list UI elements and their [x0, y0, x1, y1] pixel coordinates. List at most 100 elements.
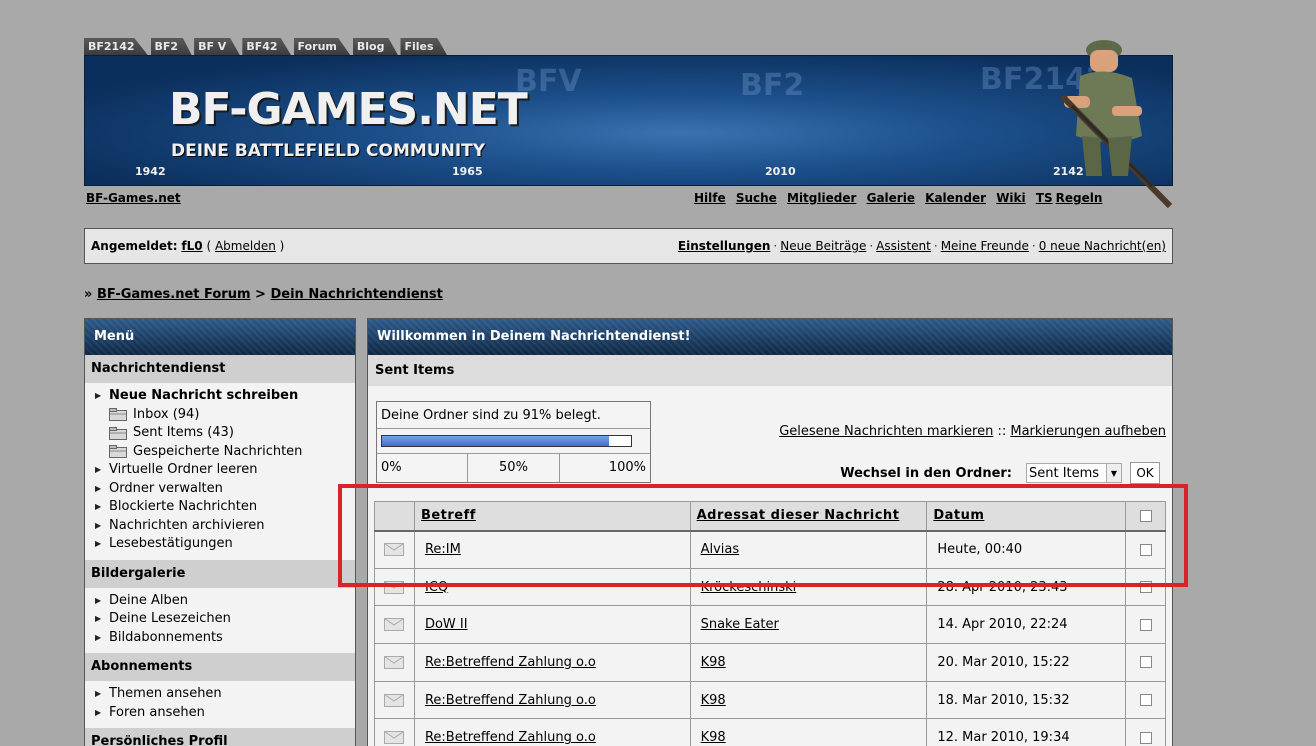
nav-galerie[interactable]: Galerie: [867, 191, 915, 205]
folder-select[interactable]: Sent Items ▼: [1026, 463, 1122, 483]
nav-wiki[interactable]: Wiki: [996, 191, 1025, 205]
sidebar-item-bookmarks[interactable]: ▶ Deine Lesezeichen: [95, 610, 355, 629]
breadcrumb-current[interactable]: Dein Nachrichtendienst: [270, 287, 442, 302]
site-banner[interactable]: BFV BF2 BF2142 BF-GAMES.NET DEINE BATTLE…: [84, 55, 1173, 186]
unmark-link[interactable]: Markierungen aufheben: [1010, 424, 1166, 439]
message-subject-link[interactable]: Re:IM: [425, 542, 461, 557]
message-recipient-link[interactable]: K98: [701, 693, 726, 708]
nav-kalender[interactable]: Kalender: [925, 191, 986, 205]
sort-date-link[interactable]: Datum: [933, 508, 984, 523]
sort-recipient-link[interactable]: Adressat dieser Nachricht: [697, 508, 900, 523]
message-recipient-link[interactable]: Snake Eater: [701, 617, 779, 632]
checkbox-cell: [1125, 643, 1166, 682]
sidebar-item-label: Sent Items (43): [133, 425, 234, 440]
envelope-icon: [374, 718, 415, 746]
quota-track: [381, 435, 632, 447]
table-row: Re:IM Alvias Heute, 00:40: [374, 530, 1166, 569]
nav-mitglieder[interactable]: Mitglieder: [787, 191, 856, 205]
tab-bfv[interactable]: BF V: [194, 38, 241, 56]
checkbox-cell: [1125, 718, 1166, 746]
quota-bar: [377, 429, 650, 454]
message-recipient-cell: K98: [689, 680, 928, 720]
nav-hilfe[interactable]: Hilfe: [694, 191, 726, 205]
section-abonnements: Abonnements: [85, 653, 355, 681]
sidebar-item-albums[interactable]: ▶ Deine Alben: [95, 592, 355, 611]
message-recipient-link[interactable]: K98: [701, 655, 726, 670]
tab-blog[interactable]: Blog: [352, 38, 399, 56]
tab-files[interactable]: Files: [400, 38, 448, 56]
message-recipient-link[interactable]: K98: [701, 730, 726, 745]
sidebar-item-label: Ordner verwalten: [109, 480, 223, 496]
site-home-link[interactable]: BF-Games.net: [86, 191, 181, 205]
sidebar-item-archive[interactable]: ▶ Nachrichten archivieren: [95, 517, 355, 536]
sidebar-item-inbox[interactable]: Inbox (94): [95, 406, 355, 425]
arrow-right-icon: ▶: [95, 483, 102, 493]
sidebar-item-saved-messages[interactable]: Gespeicherte Nachrichten: [95, 443, 355, 462]
sidebar-item-empty-virtual[interactable]: ▶ Virtuelle Ordner leeren: [95, 461, 355, 480]
sidebar-item-sent-items[interactable]: Sent Items (43): [95, 424, 355, 443]
ok-button[interactable]: OK: [1130, 462, 1160, 484]
new-messages-link[interactable]: 0 neue Nachricht(en): [1039, 239, 1166, 253]
arrow-right-icon: ▶: [95, 465, 102, 474]
breadcrumb-separator: >: [255, 287, 266, 302]
section-nachrichtendienst: Nachrichtendienst: [85, 355, 355, 383]
login-status: Angemeldet: fL0 ( Abmelden ): [91, 239, 284, 253]
logout-link[interactable]: Abmelden: [215, 239, 276, 253]
message-subject-link[interactable]: Re:Betreffend Zahlung o.o: [425, 655, 596, 670]
envelope-icon: [374, 643, 415, 682]
message-recipient-link[interactable]: Alvias: [701, 542, 740, 557]
tab-bf2142[interactable]: BF2142: [84, 38, 149, 56]
tab-forum[interactable]: Forum: [293, 38, 351, 56]
message-recipient-link[interactable]: Kröckeschinski: [701, 580, 797, 595]
nav-ts[interactable]: TS: [1036, 191, 1053, 205]
message-checkbox[interactable]: [1139, 581, 1152, 594]
sidebar-item-read-receipts[interactable]: ▶ Lesebestätigungen: [95, 535, 355, 554]
sidebar-item-label: Gespeicherte Nachrichten: [133, 443, 303, 459]
settings-link[interactable]: Einstellungen: [678, 239, 770, 253]
banner-year: 1942: [135, 165, 166, 178]
username-link[interactable]: fL0: [181, 239, 202, 253]
tab-bf42[interactable]: BF42: [242, 38, 292, 56]
nav-regeln[interactable]: Regeln: [1056, 191, 1103, 205]
message-recipient-cell: K98: [689, 718, 928, 746]
message-checkbox[interactable]: [1139, 694, 1152, 707]
tab-bf2[interactable]: BF2: [150, 38, 193, 56]
sidebar-item-forums[interactable]: ▶ Foren ansehen: [95, 704, 355, 723]
message-date: 18. Mar 2010, 15:32: [926, 680, 1127, 720]
nav-suche[interactable]: Suche: [736, 191, 777, 205]
mark-read-link[interactable]: Gelesene Nachrichten markieren: [779, 424, 993, 439]
select-all-checkbox[interactable]: [1139, 509, 1152, 522]
banner-bg-text: BF2: [740, 68, 805, 103]
sidebar-item-blocked[interactable]: ▶ Blockierte Nachrichten: [95, 498, 355, 517]
bildergalerie-list: ▶ Deine Alben ▶ Deine Lesezeichen ▶ Bildabo…: [85, 588, 355, 654]
sidebar-item-label: Foren ansehen: [109, 704, 205, 720]
separator: ·: [1031, 239, 1036, 253]
site-logo: BF-GAMES.NET: [169, 84, 528, 135]
message-checkbox[interactable]: [1139, 618, 1152, 631]
message-checkbox[interactable]: [1139, 656, 1152, 669]
new-posts-link[interactable]: Neue Beiträge: [780, 239, 866, 253]
sidebar-item-topics[interactable]: ▶ Themen ansehen: [95, 685, 355, 704]
select-all-header: [1125, 501, 1166, 532]
message-subject-link[interactable]: Re:Betreffend Zahlung o.o: [425, 730, 596, 745]
column-header-subject: Betreff: [413, 501, 691, 532]
abonnements-list: ▶ Themen ansehen ▶ Foren ansehen: [85, 681, 355, 728]
breadcrumb-forum[interactable]: BF-Games.net Forum: [97, 287, 251, 302]
sort-subject-link[interactable]: Betreff: [421, 508, 476, 523]
folder-select-value: Sent Items: [1029, 465, 1100, 481]
sidebar-item-manage-folders[interactable]: ▶ Ordner verwalten: [95, 480, 355, 499]
message-subject-link[interactable]: DoW II: [425, 617, 468, 632]
message-subject-link[interactable]: Re:Betreffend Zahlung o.o: [425, 693, 596, 708]
arrow-right-icon: ▶: [95, 502, 102, 511]
friends-link[interactable]: Meine Freunde: [941, 239, 1029, 253]
game-tabs: BF2142 BF2 BF V BF42 Forum Blog Files: [84, 38, 450, 56]
message-checkbox[interactable]: [1139, 731, 1152, 744]
message-subject-link[interactable]: ICQ: [425, 580, 448, 595]
nachrichtendienst-list: ▶ Neue Nachricht schreiben Inbox (94) Sen…: [85, 383, 355, 560]
assistant-link[interactable]: Assistent: [876, 239, 931, 253]
message-recipient-cell: Kröckeschinski: [689, 567, 928, 607]
sidebar-item-image-subscriptions[interactable]: ▶ Bildabonnements: [95, 629, 355, 648]
sidebar-item-new-message[interactable]: ▶ Neue Nachricht schreiben: [95, 387, 355, 406]
message-checkbox[interactable]: [1139, 543, 1152, 556]
sidebar-item-label: Inbox (94): [133, 406, 200, 422]
